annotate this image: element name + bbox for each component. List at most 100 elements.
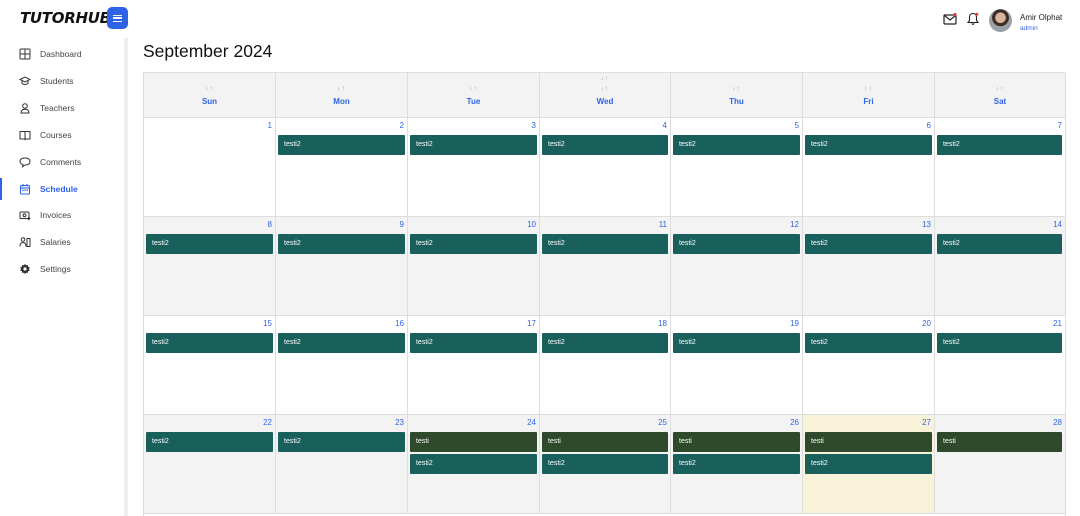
schedule-event[interactable]: testi — [410, 432, 537, 452]
menu-toggle-button[interactable] — [107, 7, 128, 29]
day-header-sun[interactable]: ↓↑ Sun — [144, 73, 276, 118]
sidebar-item-comments[interactable]: Comments — [0, 151, 124, 173]
schedule-event[interactable]: testi2 — [673, 454, 800, 474]
schedule-event[interactable]: testi2 — [146, 234, 273, 254]
day-cell[interactable]: 2 testi2 — [276, 118, 408, 217]
day-number[interactable]: 11 — [659, 220, 667, 229]
day-number[interactable]: 5 — [795, 121, 799, 130]
day-cell[interactable]: 15 testi2 — [144, 316, 276, 415]
day-cell[interactable]: 3 testi2 — [408, 118, 540, 217]
schedule-event[interactable]: testi — [805, 432, 932, 452]
schedule-event[interactable]: testi2 — [673, 135, 800, 155]
day-number[interactable]: 14 — [1053, 220, 1062, 229]
day-number[interactable]: 19 — [790, 319, 799, 328]
day-cell[interactable]: 13 testi2 — [803, 217, 935, 316]
schedule-event[interactable]: testi2 — [937, 135, 1062, 155]
day-number[interactable]: 21 — [1053, 319, 1062, 328]
schedule-event[interactable]: testi2 — [146, 432, 273, 452]
day-cell[interactable]: 25 testi testi2 — [540, 415, 671, 514]
day-cell[interactable]: 10 testi2 — [408, 217, 540, 316]
day-number[interactable]: 20 — [922, 319, 931, 328]
day-number[interactable]: 12 — [790, 220, 799, 229]
schedule-event[interactable]: testi2 — [937, 234, 1062, 254]
sidebar-item-teachers[interactable]: Teachers — [0, 97, 124, 119]
day-cell[interactable]: 22 testi2 — [144, 415, 276, 514]
sidebar-item-invoices[interactable]: Invoices — [0, 204, 124, 226]
day-number[interactable]: 23 — [395, 418, 404, 427]
schedule-event[interactable]: testi2 — [278, 135, 405, 155]
day-cell[interactable]: 14 testi2 — [935, 217, 1065, 316]
schedule-event[interactable]: testi2 — [146, 333, 273, 353]
day-header-tue[interactable]: ↓↑ Tue — [408, 73, 540, 118]
sidebar-item-dashboard[interactable]: Dashboard — [0, 43, 124, 65]
day-number[interactable]: 26 — [790, 418, 799, 427]
day-number[interactable]: 8 — [268, 220, 272, 229]
schedule-event[interactable]: testi2 — [805, 234, 932, 254]
day-cell[interactable]: 19 testi2 — [671, 316, 803, 415]
day-cell[interactable]: 9 testi2 — [276, 217, 408, 316]
day-cell[interactable]: 12 testi2 — [671, 217, 803, 316]
day-number[interactable]: 15 — [263, 319, 272, 328]
sidebar-item-salaries[interactable]: Salaries — [0, 231, 124, 253]
day-cell[interactable]: 6 testi2 — [803, 118, 935, 217]
day-header-sat[interactable]: ↓↑ Sat — [935, 73, 1065, 118]
day-cell[interactable]: 23 testi2 — [276, 415, 408, 514]
schedule-event[interactable]: testi2 — [410, 135, 537, 155]
day-number[interactable]: 3 — [532, 121, 536, 130]
day-number[interactable]: 7 — [1058, 121, 1062, 130]
schedule-event[interactable]: testi — [542, 432, 668, 452]
schedule-event[interactable]: testi2 — [410, 333, 537, 353]
day-number[interactable]: 4 — [663, 121, 667, 130]
day-cell[interactable]: 17 testi2 — [408, 316, 540, 415]
day-number[interactable]: 10 — [527, 220, 536, 229]
schedule-event[interactable]: testi2 — [542, 454, 668, 474]
day-cell[interactable]: 7 testi2 — [935, 118, 1065, 217]
day-cell[interactable]: 1 — [144, 118, 276, 217]
schedule-event[interactable]: testi2 — [542, 234, 668, 254]
schedule-event[interactable]: testi2 — [542, 135, 668, 155]
sidebar-item-courses[interactable]: Courses — [0, 124, 124, 146]
avatar[interactable] — [989, 9, 1012, 32]
day-cell[interactable]: 21 testi2 — [935, 316, 1065, 415]
day-cell-today[interactable]: 27 testi testi2 — [803, 415, 935, 514]
day-cell[interactable]: 8 testi2 — [144, 217, 276, 316]
day-cell[interactable]: 26 testi testi2 — [671, 415, 803, 514]
day-header-wed[interactable]: ↓↑ ↓↑ Wed — [540, 73, 671, 118]
day-header-mon[interactable]: ↓↑ Mon — [276, 73, 408, 118]
schedule-event[interactable]: testi2 — [673, 333, 800, 353]
day-number[interactable]: 24 — [527, 418, 536, 427]
sidebar-item-schedule[interactable]: Schedule — [0, 177, 124, 200]
day-cell[interactable]: 28 testi — [935, 415, 1065, 514]
schedule-event[interactable]: testi — [937, 432, 1062, 452]
day-number[interactable]: 17 — [527, 319, 536, 328]
day-cell[interactable]: 5 testi2 — [671, 118, 803, 217]
day-number[interactable]: 1 — [268, 121, 272, 130]
schedule-event[interactable]: testi2 — [278, 432, 405, 452]
day-number[interactable]: 27 — [922, 418, 931, 427]
day-cell[interactable]: 18 testi2 — [540, 316, 671, 415]
day-cell[interactable]: 20 testi2 — [803, 316, 935, 415]
sidebar-item-students[interactable]: Students — [0, 70, 124, 92]
schedule-event[interactable]: testi2 — [805, 333, 932, 353]
day-number[interactable]: 2 — [400, 121, 404, 130]
schedule-event[interactable]: testi2 — [673, 234, 800, 254]
schedule-event[interactable]: testi2 — [278, 234, 405, 254]
schedule-event[interactable]: testi2 — [805, 454, 932, 474]
day-header-thu[interactable]: ↓↑ Thu — [671, 73, 803, 118]
day-number[interactable]: 25 — [658, 418, 667, 427]
day-cell[interactable]: 4 testi2 — [540, 118, 671, 217]
brand-logo[interactable]: TUTORHUB — [20, 9, 111, 27]
day-cell[interactable]: 11 testi2 — [540, 217, 671, 316]
bell-icon[interactable] — [966, 12, 980, 26]
schedule-event[interactable]: testi2 — [805, 135, 932, 155]
schedule-event[interactable]: testi2 — [410, 234, 537, 254]
schedule-event[interactable]: testi2 — [278, 333, 405, 353]
day-number[interactable]: 6 — [927, 121, 931, 130]
sidebar-scrollbar[interactable] — [124, 38, 128, 516]
day-cell[interactable]: 24 testi testi2 — [408, 415, 540, 514]
schedule-event[interactable]: testi — [673, 432, 800, 452]
schedule-event[interactable]: testi2 — [937, 333, 1062, 353]
day-number[interactable]: 28 — [1053, 418, 1062, 427]
day-number[interactable]: 13 — [922, 220, 931, 229]
day-number[interactable]: 9 — [400, 220, 404, 229]
